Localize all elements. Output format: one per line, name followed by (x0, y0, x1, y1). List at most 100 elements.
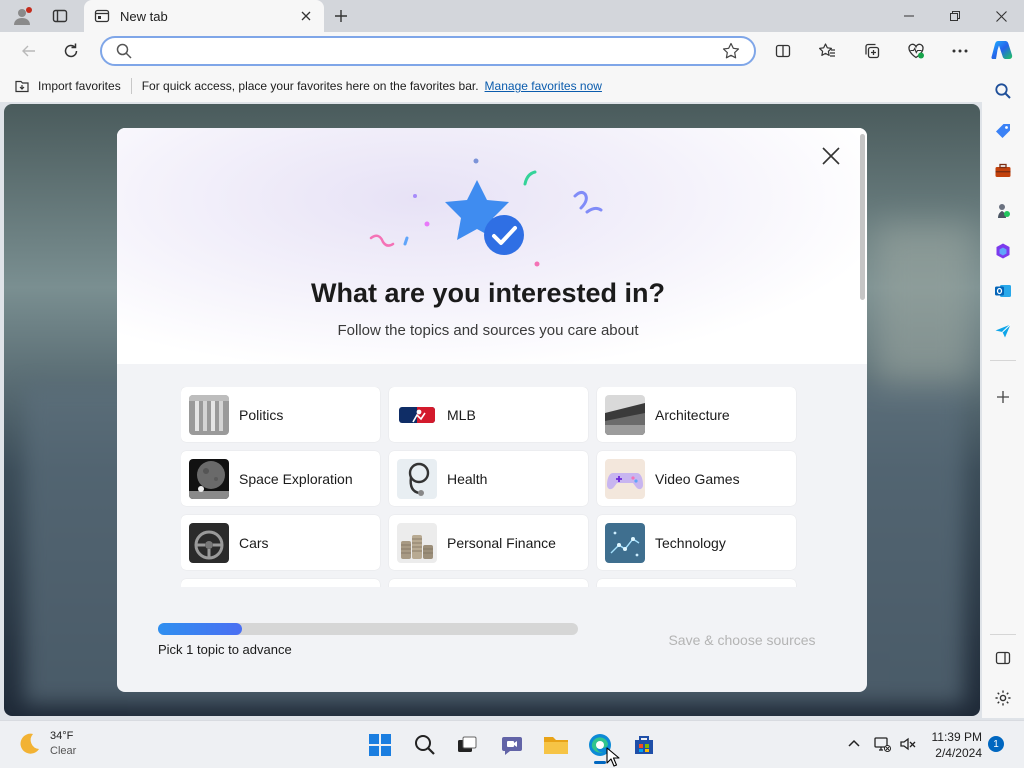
topic-card-architecture[interactable]: Architecture (597, 387, 796, 442)
favorites-icon (819, 43, 835, 57)
copilot-button[interactable] (987, 37, 1017, 65)
moon-icon (20, 733, 39, 754)
sidebar-add-button[interactable] (988, 382, 1018, 412)
gamepad-icon (605, 458, 645, 499)
topic-card-technology[interactable]: Technology (597, 515, 796, 570)
new-tab-button[interactable] (328, 4, 354, 28)
network-status-button[interactable] (871, 733, 893, 755)
microsoft-store-button[interactable] (628, 729, 660, 761)
dialog-scrollbar[interactable] (857, 128, 867, 692)
more-dots-icon (952, 49, 968, 53)
settings-and-more-button[interactable] (945, 37, 975, 65)
restore-icon (950, 11, 960, 21)
collections-button[interactable] (857, 37, 887, 65)
topic-label: Politics (239, 406, 284, 423)
sidebar-divider (990, 360, 1016, 361)
refresh-button[interactable] (56, 37, 86, 65)
progress-label: Pick 1 topic to advance (158, 642, 292, 657)
topic-card-space-exploration[interactable]: Space Exploration (181, 451, 380, 506)
interests-dialog: What are you interested in? Follow the t… (117, 128, 867, 692)
shopping-tag-icon (996, 124, 1010, 138)
topic-card-mlb[interactable]: MLB (389, 387, 588, 442)
sidebar-outlook-button[interactable] (988, 276, 1018, 306)
tab-actions-button[interactable] (46, 4, 74, 28)
sidebar-drop-button[interactable] (988, 316, 1018, 346)
weather-widget[interactable]: 34°F Clear (16, 729, 76, 759)
topic-card-personal-finance[interactable]: Personal Finance (389, 515, 588, 570)
split-screen-icon (775, 44, 791, 58)
profile-button[interactable] (8, 4, 36, 28)
plus-icon (997, 391, 1009, 403)
windows-taskbar: 34°F Clear 11:39 PM 2/4/2024 1 (0, 720, 1024, 768)
notification-badge[interactable]: 1 (988, 736, 1004, 752)
topic-card-partial[interactable] (597, 579, 796, 587)
topic-progress-fill (158, 623, 242, 635)
sidebar-divider-bottom (990, 634, 1016, 635)
network-icon (874, 737, 891, 752)
store-bag-icon (635, 736, 653, 754)
topic-card-partial[interactable] (181, 579, 380, 587)
star-check-illustration (367, 154, 607, 274)
close-icon (822, 147, 840, 165)
topic-card-cars[interactable]: Cars (181, 515, 380, 570)
gear-icon (995, 690, 1011, 706)
sidebar-tools-button[interactable] (988, 156, 1018, 186)
panel-icon (995, 651, 1011, 665)
topic-label: Health (447, 470, 488, 487)
tab-title: New tab (120, 8, 168, 24)
background-blur-shape (874, 224, 974, 384)
task-view-button[interactable] (451, 729, 483, 761)
show-hidden-icons-button[interactable] (843, 733, 865, 755)
restore-button[interactable] (932, 0, 978, 32)
close-window-button[interactable] (978, 0, 1024, 32)
search-icon (995, 83, 1011, 99)
split-screen-button[interactable] (768, 37, 798, 65)
coins-icon (397, 522, 437, 563)
browser-essentials-button[interactable] (901, 37, 931, 65)
topic-label: Architecture (655, 406, 730, 423)
astronaut-icon (189, 458, 229, 499)
topic-card-video-games[interactable]: Video Games (597, 451, 796, 506)
back-button[interactable] (14, 37, 44, 65)
tab-new-tab[interactable]: New tab (84, 0, 324, 32)
address-input[interactable] (142, 41, 702, 61)
sidebar-search-button[interactable] (988, 76, 1018, 106)
stethoscope-icon (397, 458, 437, 499)
save-and-choose-sources-button[interactable]: Save & choose sources (637, 630, 847, 650)
close-tab-icon[interactable] (298, 8, 314, 24)
close-dialog-button[interactable] (817, 142, 845, 170)
topic-card-partial[interactable] (389, 579, 588, 587)
file-explorer-button[interactable] (540, 729, 572, 761)
collections-icon (865, 43, 880, 59)
minimize-button[interactable] (886, 0, 932, 32)
windows-logo-icon (369, 734, 391, 756)
chevron-up-icon (848, 739, 860, 747)
sidebar-settings-button[interactable] (988, 683, 1018, 713)
taskbar-search-button[interactable] (409, 729, 441, 761)
topic-label: Personal Finance (447, 534, 556, 551)
teams-chat-button[interactable] (496, 729, 528, 761)
volume-button[interactable] (897, 733, 919, 755)
import-favorites-button[interactable]: Import favorites (14, 78, 121, 94)
sidebar-shopping-button[interactable] (988, 116, 1018, 146)
topic-card-health[interactable]: Health (389, 451, 588, 506)
dialog-subtitle: Follow the topics and sources you care a… (337, 322, 639, 339)
speaker-muted-icon (900, 737, 916, 751)
favorites-button[interactable] (812, 37, 842, 65)
favorite-star-icon[interactable] (722, 42, 740, 65)
sidebar-games-button[interactable] (988, 196, 1018, 226)
clock[interactable]: 11:39 PM 2/4/2024 (928, 729, 982, 761)
favbar-divider (130, 78, 132, 94)
sidebar-hide-button[interactable] (988, 643, 1018, 673)
minimize-icon (904, 15, 914, 17)
address-bar[interactable] (100, 36, 756, 66)
plus-icon (335, 10, 347, 22)
dialog-title: What are you interested in? (310, 278, 666, 308)
sidebar-m365-button[interactable] (988, 236, 1018, 266)
navigation-toolbar (0, 32, 1024, 70)
start-button[interactable] (364, 729, 396, 761)
topic-card-politics[interactable]: Politics (181, 387, 380, 442)
dialog-scrollbar-thumb[interactable] (860, 134, 865, 300)
clock-date: 2/4/2024 (935, 746, 982, 760)
manage-favorites-link[interactable]: Manage favorites now (485, 79, 602, 93)
